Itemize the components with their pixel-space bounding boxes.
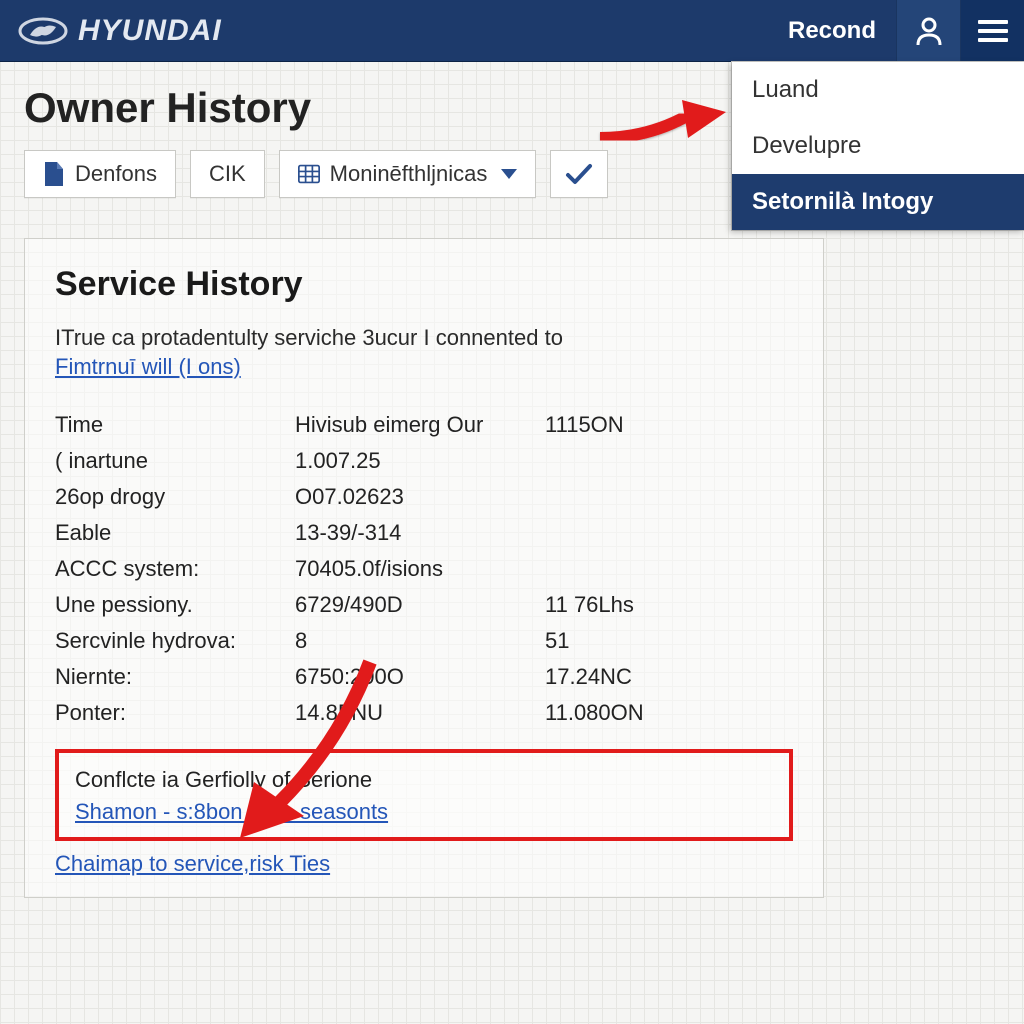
- dropdown-item-develupre[interactable]: Develupre: [732, 118, 1024, 174]
- app-header: HYUNDAI Recond: [0, 0, 1024, 62]
- table-row: 26op drogyO07.02623: [55, 479, 793, 515]
- table-row: Eable13-39/-314: [55, 515, 793, 551]
- table-row: Sercvinle hydrova:851: [55, 623, 793, 659]
- panel-title: Service History: [55, 265, 793, 304]
- panel-intro: ITrue ca protadentulty serviche 3ucur I …: [55, 324, 793, 381]
- grid-icon: [298, 161, 320, 187]
- document-icon: [43, 161, 65, 187]
- table-row: Une pessiony.6729/490D11 76Lhs: [55, 587, 793, 623]
- dropdown-item-luand[interactable]: Luand: [732, 62, 1024, 118]
- bottom-link[interactable]: Chaimap to service,risk Ties: [55, 851, 330, 876]
- table-row: Niernte:6750:200O17.24NC: [55, 659, 793, 695]
- brand-name: HYUNDAI: [78, 14, 222, 48]
- user-dropdown: Luand Develupre Setornilà Intogy: [732, 62, 1024, 230]
- service-history-panel: Service History ITrue ca protadentulty s…: [24, 238, 824, 898]
- menu-button[interactable]: [960, 0, 1024, 61]
- header-actions: Recond: [768, 0, 1024, 61]
- check-icon: [565, 163, 593, 185]
- table-row: ACCC system:70405.0f/isions: [55, 551, 793, 587]
- table-row: TimeHivisub eimerg Our1115ON: [55, 407, 793, 443]
- profile-button[interactable]: [896, 0, 960, 61]
- monin-label: Moninēfthljnicas: [330, 161, 488, 187]
- cik-button[interactable]: CIK: [190, 150, 265, 198]
- chevron-down-icon: [501, 169, 517, 179]
- confirm-button[interactable]: [550, 150, 608, 198]
- highlight-line1: Conflcte ia Gerfiolly of Serione: [75, 767, 773, 793]
- recond-link[interactable]: Recond: [768, 0, 896, 61]
- hyundai-logo-icon: [18, 16, 68, 46]
- monin-dropdown-button[interactable]: Moninēfthljnicas: [279, 150, 537, 198]
- panel-intro-link[interactable]: Fimtrnuī will (I ons): [55, 354, 241, 379]
- hamburger-icon: [978, 20, 1008, 42]
- cik-label: CIK: [209, 161, 246, 187]
- denfons-label: Denfons: [75, 161, 157, 187]
- table-row: ( inartune1.007.25: [55, 443, 793, 479]
- highlight-link[interactable]: Shamon - s:8bon our - seasonts: [75, 799, 388, 824]
- denfons-button[interactable]: Denfons: [24, 150, 176, 198]
- user-icon: [915, 16, 943, 46]
- data-grid: TimeHivisub eimerg Our1115ON ( inartune1…: [55, 407, 793, 731]
- highlight-callout: Conflcte ia Gerfiolly of Serione Shamon …: [55, 749, 793, 841]
- panel-intro-text: ITrue ca protadentulty serviche 3ucur I …: [55, 325, 563, 350]
- dropdown-item-setornila[interactable]: Setornilà Intogy: [732, 174, 1024, 230]
- table-row: Ponter:14.8FNU11.080ON: [55, 695, 793, 731]
- brand-logo: HYUNDAI: [18, 14, 222, 48]
